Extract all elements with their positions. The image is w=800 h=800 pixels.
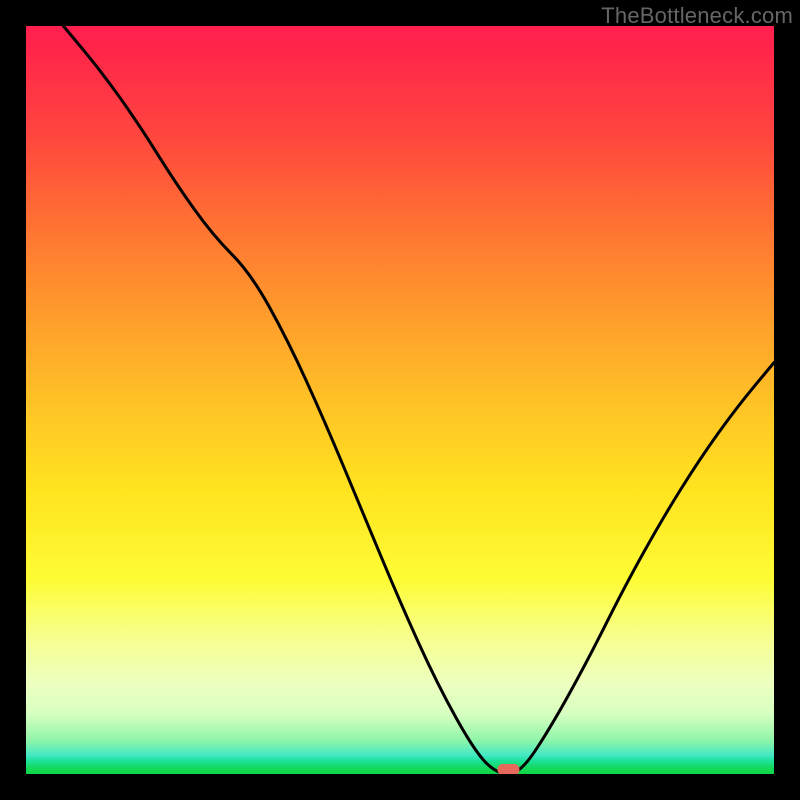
plot-area (26, 26, 774, 774)
curve-path (63, 26, 774, 774)
chart-container: TheBottleneck.com (0, 0, 800, 800)
curve-svg (26, 26, 774, 774)
watermark-text: TheBottleneck.com (601, 3, 793, 29)
notch-marker (497, 764, 519, 774)
